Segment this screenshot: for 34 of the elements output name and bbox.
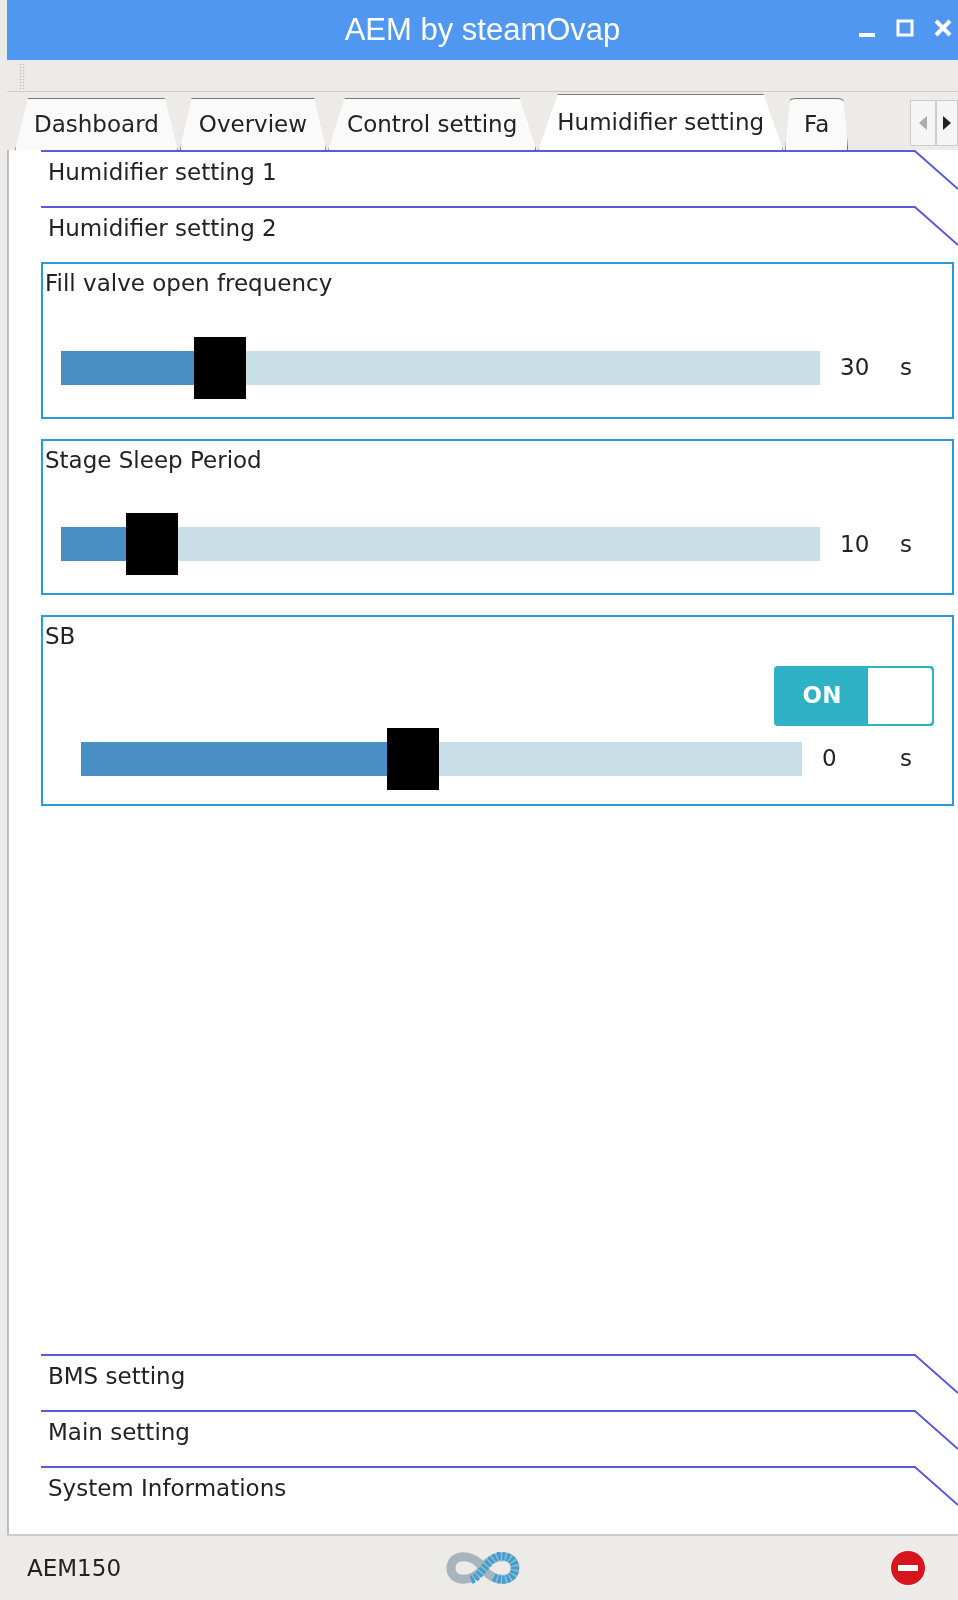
unit-label: s: [900, 353, 912, 383]
tab[interactable]: Humidifier setting: [538, 94, 784, 150]
right-arrow-icon: [943, 116, 951, 130]
tab[interactable]: Fa: [785, 98, 849, 150]
slider-thumb[interactable]: [126, 513, 179, 575]
left-arrow-icon: [919, 116, 927, 130]
window-title: AEM by steamOvap: [344, 10, 621, 49]
panel-title: Fill valve open frequency: [45, 269, 333, 298]
section-header[interactable]: Humidifier setting 1: [9, 150, 958, 206]
section-header[interactable]: Main setting: [9, 1410, 958, 1466]
slider-track[interactable]: [61, 350, 820, 385]
toolbar-grip-icon: [19, 62, 25, 89]
slider-track[interactable]: [61, 527, 820, 561]
slider-track[interactable]: [81, 741, 802, 776]
slider-value: 10: [840, 529, 871, 559]
slider-value: 0: [822, 744, 838, 774]
tab[interactable]: Overview: [179, 98, 327, 150]
section-header[interactable]: BMS setting: [9, 1354, 958, 1410]
panel-title: SB: [45, 622, 76, 651]
slider-thumb[interactable]: [386, 727, 439, 790]
panel-title: Stage Sleep Period: [45, 445, 262, 475]
maximize-icon[interactable]: [896, 19, 914, 37]
stop-icon[interactable]: [890, 1550, 926, 1586]
slider-value: 30: [840, 353, 871, 383]
device-label: AEM150: [27, 1553, 122, 1583]
scroll-right-button[interactable]: [936, 100, 958, 146]
unit-label: s: [900, 744, 912, 774]
slider-thumb[interactable]: [194, 336, 247, 399]
tab[interactable]: Dashboard: [15, 98, 178, 150]
unit-label: s: [900, 529, 912, 559]
close-icon[interactable]: [934, 19, 952, 37]
tab[interactable]: Control setting: [328, 98, 537, 150]
section-header[interactable]: Humidifier setting 2: [9, 206, 958, 262]
section-header[interactable]: System Informations: [9, 1466, 958, 1522]
